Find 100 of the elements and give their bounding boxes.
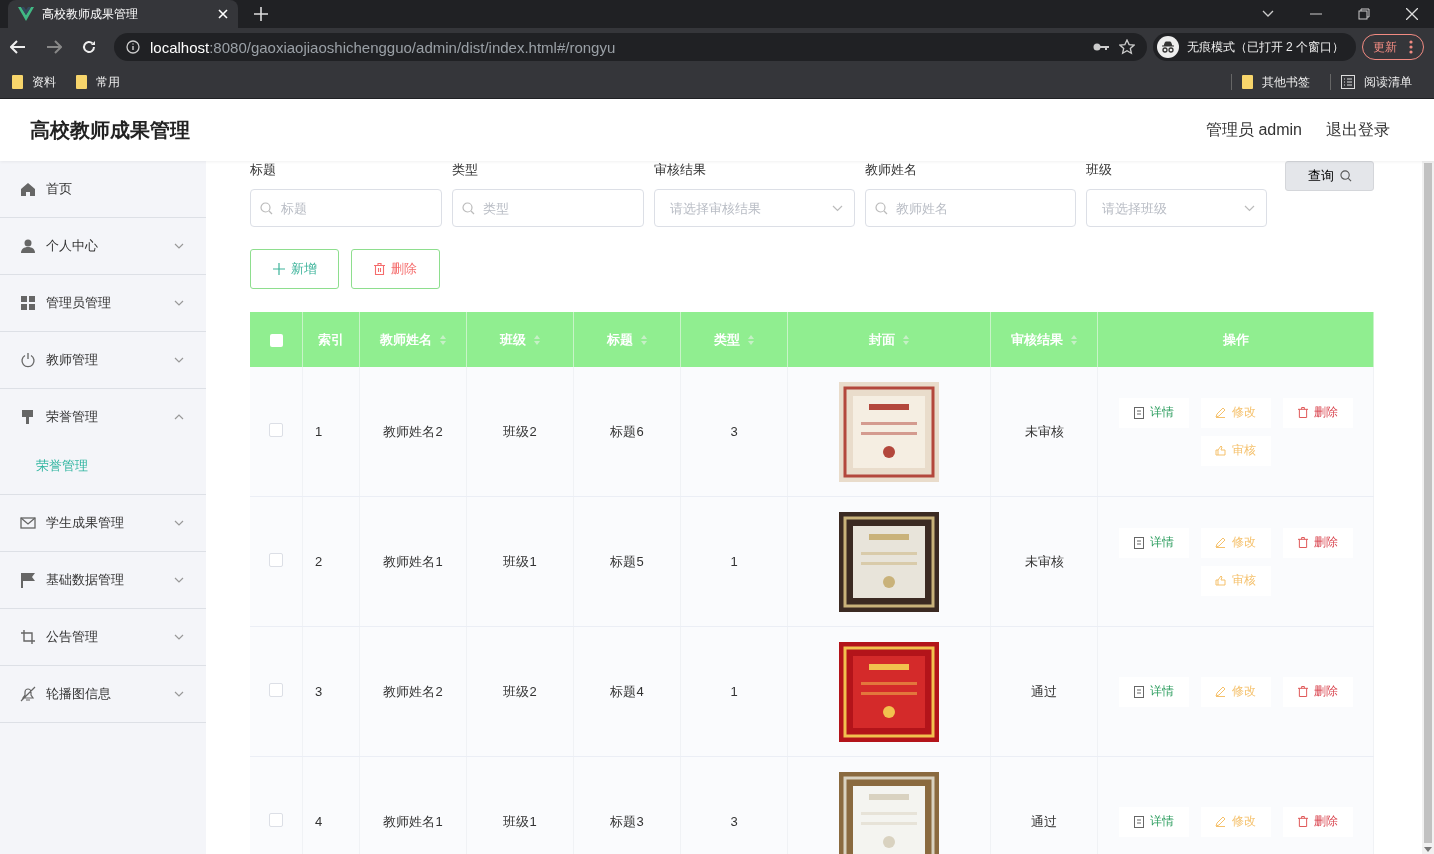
star-icon[interactable] xyxy=(1118,39,1135,55)
bell-off-icon xyxy=(20,686,36,702)
menu-item[interactable]: 教师管理 xyxy=(0,332,206,389)
url-path: :8080/gaoxiaojiaoshichengguo/admin/dist/index.html#/rongyu xyxy=(209,38,616,56)
incognito-icon xyxy=(1156,36,1179,58)
key-icon[interactable] xyxy=(1092,42,1109,52)
power-icon xyxy=(20,352,36,368)
search-icon xyxy=(1339,170,1352,182)
table-cell: 3 xyxy=(730,424,738,439)
query-button[interactable]: 查询 xyxy=(1285,161,1374,191)
row-checkbox[interactable] xyxy=(269,423,283,437)
table-cell: 班级2 xyxy=(503,423,537,439)
add-button[interactable]: 新增 xyxy=(250,249,339,289)
trash-icon xyxy=(1297,407,1308,418)
row-checkbox[interactable] xyxy=(269,553,283,567)
person-icon xyxy=(20,238,36,254)
column-header: 操作 xyxy=(1222,330,1249,349)
table-cell: 标题5 xyxy=(610,553,644,569)
sort-icon xyxy=(534,334,540,345)
bookmark[interactable]: 常用 xyxy=(76,73,120,91)
folder-icon xyxy=(1242,75,1253,89)
sort-icon xyxy=(748,334,754,345)
table-cell: 班级1 xyxy=(503,553,537,569)
chevron-down-icon xyxy=(832,205,843,212)
menu-item[interactable]: 个人中心 xyxy=(0,218,206,275)
menu-item[interactable]: 管理员管理 xyxy=(0,275,206,332)
delete-button[interactable]: 删除 xyxy=(1282,527,1353,558)
delete-button[interactable]: 删除 xyxy=(1282,806,1353,837)
document-icon xyxy=(1133,685,1144,698)
back-icon[interactable] xyxy=(10,40,26,54)
vue-logo-icon xyxy=(18,7,34,21)
detail-button[interactable]: 详情 xyxy=(1118,676,1189,707)
table-cell: 1 xyxy=(315,424,323,439)
menu-item[interactable]: 轮播图信息 xyxy=(0,666,206,723)
forward-icon[interactable] xyxy=(46,40,62,54)
document-icon xyxy=(1133,406,1144,419)
row-checkbox[interactable] xyxy=(269,683,283,697)
reload-icon[interactable] xyxy=(82,40,96,54)
new-tab-icon[interactable] xyxy=(254,7,268,21)
table-cell: 教师姓名2 xyxy=(383,423,443,439)
detail-button[interactable]: 详情 xyxy=(1118,397,1189,428)
trash-icon xyxy=(1297,686,1308,697)
detail-button[interactable]: 详情 xyxy=(1118,527,1189,558)
browser-tab[interactable]: 高校教师成果管理 xyxy=(8,0,238,28)
document-icon xyxy=(1133,536,1144,549)
list-icon xyxy=(1341,75,1355,89)
menu-item[interactable]: 公告管理 xyxy=(0,609,206,666)
filter-label: 班级 xyxy=(1086,161,1113,177)
bookmark[interactable]: 资料 xyxy=(12,73,56,91)
scrollbar[interactable] xyxy=(1422,161,1434,854)
app-title: 高校教师成果管理 xyxy=(30,117,190,143)
restore-icon[interactable] xyxy=(1358,8,1370,20)
delete-button[interactable]: 删除 xyxy=(1282,676,1353,707)
logout-link[interactable]: 退出登录 xyxy=(1326,119,1390,141)
table-cell: 教师姓名2 xyxy=(383,683,443,699)
delete-button[interactable]: 删除 xyxy=(351,249,440,289)
submenu-item[interactable]: 荣誉管理 xyxy=(0,445,206,495)
status-text: 未审核 xyxy=(1024,553,1064,569)
mail-icon xyxy=(20,515,36,531)
close-icon[interactable] xyxy=(1406,8,1418,20)
trash-icon xyxy=(1297,537,1308,548)
select-field[interactable]: 请选择审核结果 xyxy=(654,189,855,227)
incognito-chip[interactable]: 无痕模式（已打开 2 个窗口） xyxy=(1152,33,1356,61)
menu-item[interactable]: 荣誉管理 xyxy=(0,389,206,445)
select-all-checkbox[interactable] xyxy=(269,334,283,348)
search-field[interactable]: 类型 xyxy=(452,189,644,227)
pencil-icon xyxy=(1215,537,1226,548)
status-text: 通过 xyxy=(1031,813,1057,829)
table-cell: 1 xyxy=(730,684,738,699)
menu-item[interactable]: 基础数据管理 xyxy=(0,552,206,609)
grid-icon xyxy=(20,295,36,311)
document-icon xyxy=(1133,815,1144,828)
search-icon xyxy=(462,202,475,215)
table-cell: 3 xyxy=(730,814,738,829)
address-bar[interactable]: localhost:8080/gaoxiaojiaoshichengguo/admin/dist/index.html#/rongyu xyxy=(114,33,1147,61)
scroll-down-icon[interactable] xyxy=(1424,847,1432,852)
table-cell: 2 xyxy=(315,554,323,569)
filter-label: 类型 xyxy=(452,161,479,177)
detail-button[interactable]: 详情 xyxy=(1118,806,1189,837)
select-field[interactable]: 请选择班级 xyxy=(1086,189,1267,227)
menu-item[interactable]: 首页 xyxy=(0,161,206,218)
table-cell: 标题4 xyxy=(610,683,644,699)
crop-icon xyxy=(20,629,36,645)
filter-label: 教师姓名 xyxy=(865,161,918,177)
filter-label: 审核结果 xyxy=(654,161,707,177)
search-field[interactable]: 教师姓名 xyxy=(865,189,1076,227)
pencil-icon xyxy=(1215,816,1226,827)
status-text: 未审核 xyxy=(1024,423,1064,439)
trash-icon xyxy=(1297,816,1308,827)
table-cell: 3 xyxy=(315,684,323,699)
row-checkbox[interactable] xyxy=(269,813,283,827)
delete-button[interactable]: 删除 xyxy=(1282,397,1353,428)
more-icon xyxy=(1409,40,1413,54)
bookmark[interactable]: 其他书签 xyxy=(1242,73,1310,91)
tab-title: 高校教师成果管理 xyxy=(42,5,139,23)
bookmark[interactable]: 阅读清单 xyxy=(1341,73,1412,91)
search-field[interactable]: 标题 xyxy=(250,189,442,227)
chevron-down-icon[interactable] xyxy=(1262,10,1274,18)
trash-icon xyxy=(374,263,385,275)
menu-item[interactable]: 学生成果管理 xyxy=(0,495,206,552)
